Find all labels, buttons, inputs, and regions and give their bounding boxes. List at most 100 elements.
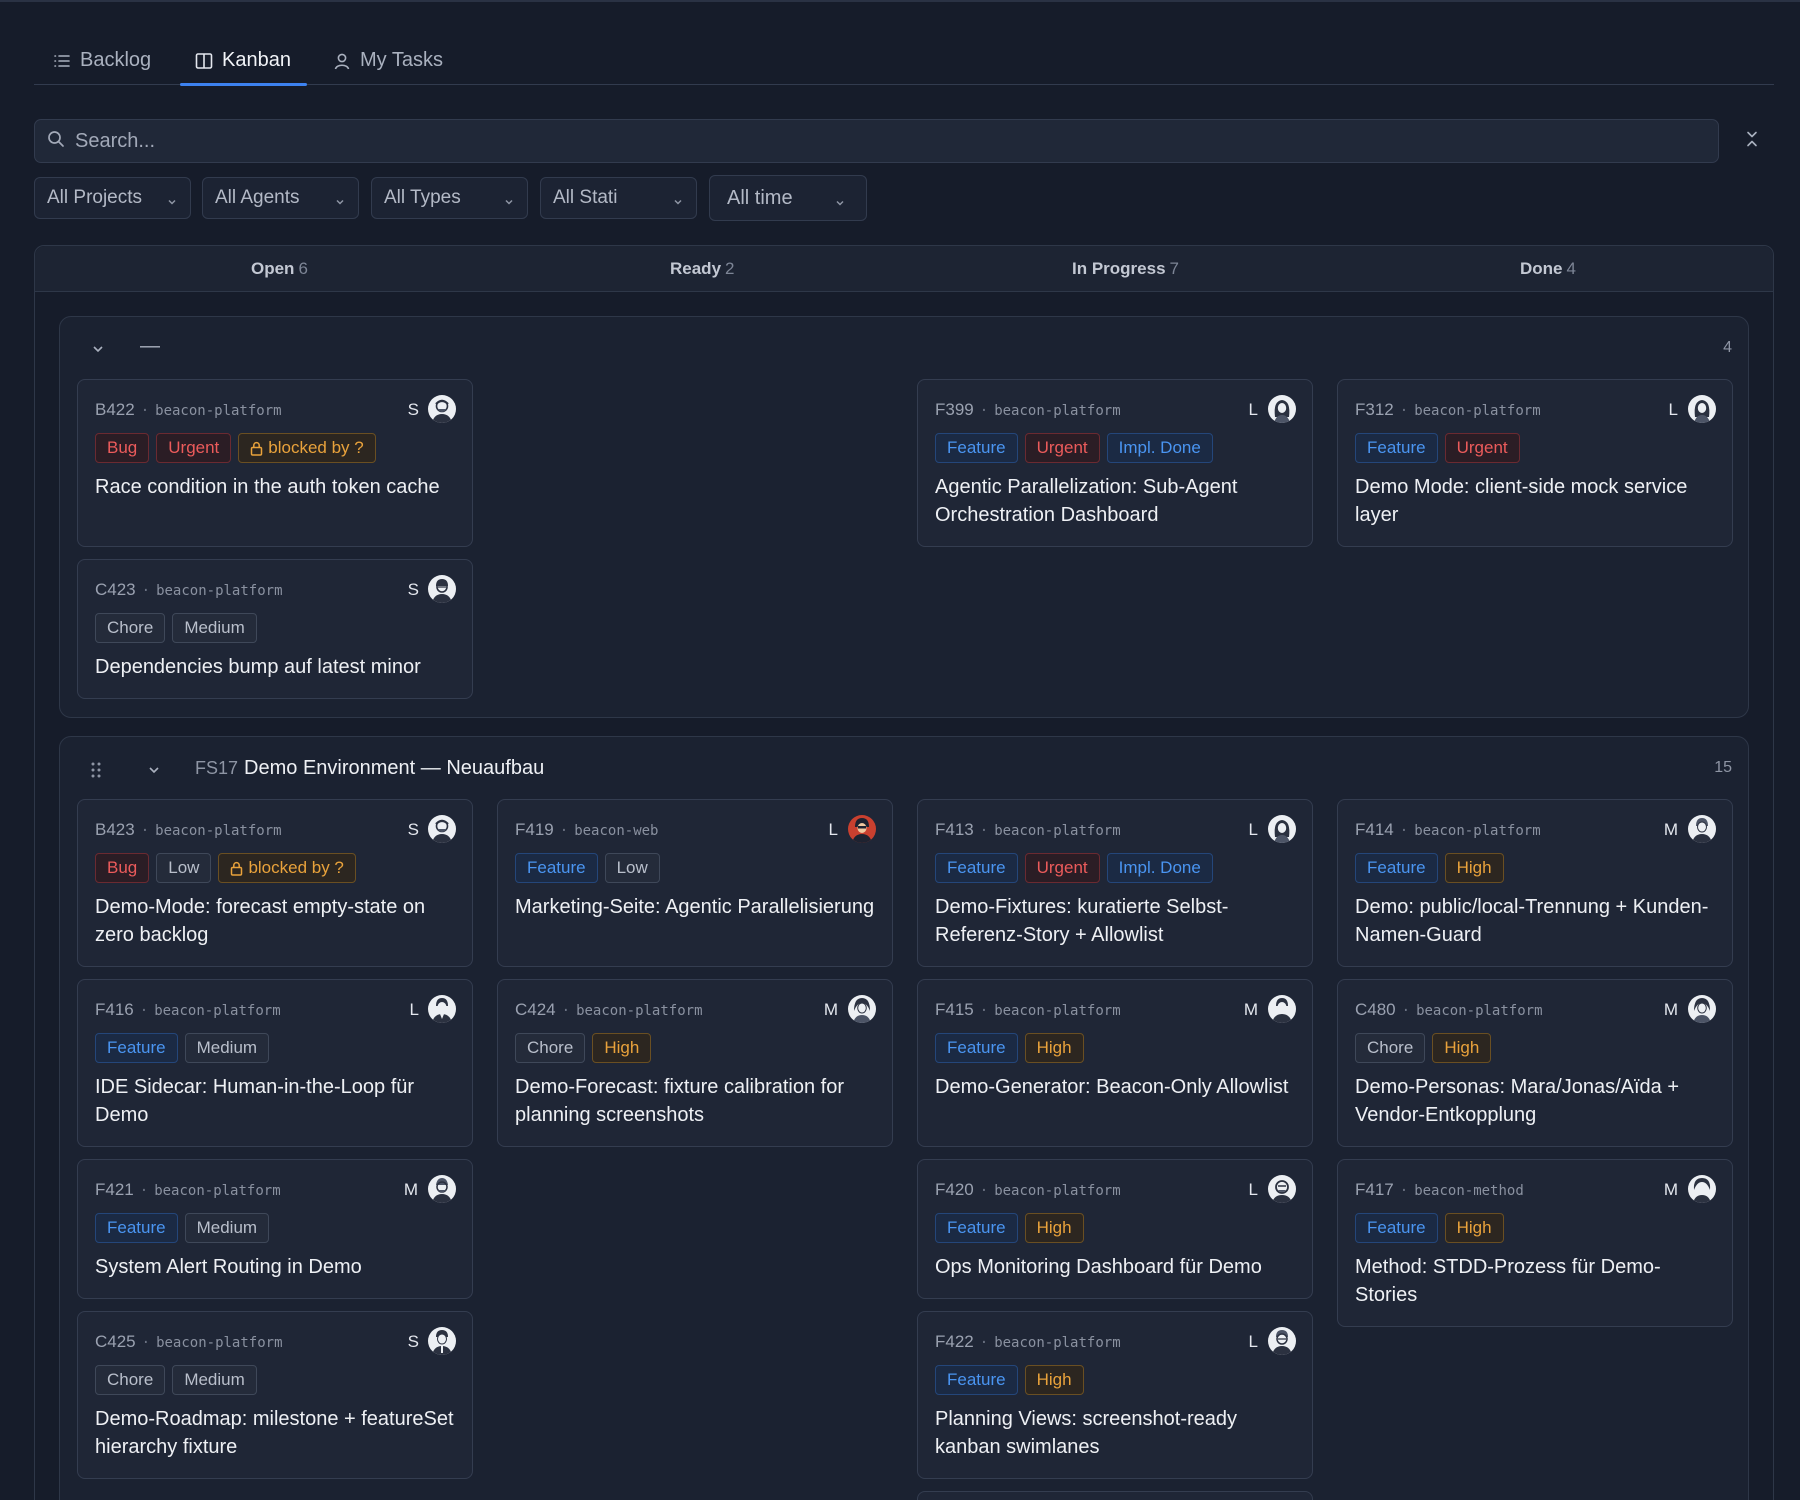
size-label: L [828, 820, 838, 839]
card-title: Demo-Generator: Beacon-Only Allowlist [935, 1076, 1289, 1098]
lane-collapse-toggle[interactable] [90, 341, 106, 362]
card-meta: C424 · beacon-platform [515, 1000, 703, 1019]
collapse-all-button[interactable] [1740, 129, 1764, 153]
lane-collapse-toggle[interactable] [146, 762, 162, 783]
type-tag: Feature [935, 1213, 1018, 1243]
priority-tag: Urgent [1444, 433, 1520, 463]
task-card-f399[interactable]: F399 · beacon-platform L Feature Urgent Im… [917, 379, 1313, 547]
swimlane-fs17: FS17 Demo Environment — Neuaufbau 15 B423… [59, 736, 1749, 1500]
type-filter[interactable]: All Types [371, 177, 528, 219]
type-tag: Feature [1355, 853, 1438, 883]
priority-tag: Low [156, 853, 212, 883]
filter-label: All Agents [215, 187, 300, 208]
agent-filter[interactable]: All Agents [202, 177, 359, 219]
card-tags: Bug Low blocked by ? [95, 853, 356, 883]
agent-avatar [428, 395, 456, 423]
task-card-f413[interactable]: F413 · beacon-platform L Feature Urgent Im… [917, 799, 1313, 967]
task-card-f312[interactable]: F312 · beacon-platform L Feature Urgent De… [1337, 379, 1733, 547]
filter-label: All time [727, 186, 793, 209]
type-tag: Bug [95, 433, 150, 463]
lane-count: 4 [1723, 339, 1732, 356]
card-tags: Feature Urgent [1355, 433, 1520, 463]
size-label: M [1663, 1180, 1678, 1199]
type-tag: Feature [95, 1213, 178, 1243]
agent-avatar [848, 995, 876, 1023]
kanban-board: Open 6 Ready 2 In Progress 7 Done 4 — 4 B422… [34, 245, 1774, 1500]
task-card-f421[interactable]: F421 · beacon-platform M Feature Medium Sy… [77, 1159, 473, 1299]
card-tags: Feature High [935, 1033, 1084, 1063]
task-card-c480[interactable]: C480 · beacon-platform M Chore High Demo-P… [1337, 979, 1733, 1147]
card-meta: F416 · beacon-platform [95, 1000, 281, 1019]
task-card-c423[interactable]: C423 · beacon-platform S Chore Medium Depe… [77, 559, 473, 699]
status-filter[interactable]: All Stati [540, 177, 697, 219]
feature-set-id: FS17 [195, 758, 239, 778]
status-tag: Impl. Done [1106, 853, 1213, 883]
type-tag: Feature [1355, 1213, 1438, 1243]
card-title: Demo-Personas: Mara/Jonas/Aïda + Vendor-… [1355, 1076, 1680, 1126]
priority-tag: High [1444, 853, 1504, 883]
card-title: Demo-Roadmap: milestone + featureSet hie… [95, 1408, 454, 1458]
card-title: Dependencies bump auf latest minor [95, 656, 421, 678]
lane-drag-handle[interactable] [90, 761, 102, 784]
filter-label: All Types [384, 187, 461, 208]
card-title: Agentic Parallelization: Sub-Agent Orche… [935, 476, 1238, 526]
card-meta: C425 · beacon-platform [95, 1332, 283, 1351]
priority-tag: High [592, 1033, 652, 1063]
card-meta: F312 · beacon-platform [1355, 400, 1541, 419]
priority-tag: Medium [172, 613, 257, 643]
task-card-f420[interactable]: F420 · beacon-platform L Feature High Ops … [917, 1159, 1313, 1299]
agent-avatar [1268, 395, 1296, 423]
tab-kanban[interactable]: Kanban [180, 36, 307, 86]
task-card-b423[interactable]: B423 · beacon-platform S Bug Low blocked b… [77, 799, 473, 967]
size-label: S [407, 820, 419, 839]
type-tag: Chore [515, 1033, 586, 1063]
task-card-f422[interactable]: F422 · beacon-platform L Feature High Plan… [917, 1311, 1313, 1479]
task-card-b422[interactable]: B422 · beacon-platform S Bug Urgent blocke… [77, 379, 473, 547]
card-title: Demo-Fixtures: kuratierte Selbst-Referen… [935, 896, 1229, 946]
task-card-f419[interactable]: F419 · beacon-web L Feature Low Marketing-… [497, 799, 893, 967]
drag-handle-icon [90, 762, 102, 783]
time-filter[interactable]: All time [709, 175, 867, 221]
view-tabs: Backlog Kanban My Tasks [34, 36, 1774, 86]
type-tag: Feature [935, 433, 1018, 463]
type-tag: Feature [935, 1365, 1018, 1395]
task-card-partial[interactable] [917, 1491, 1313, 1500]
agent-avatar [428, 1327, 456, 1355]
type-tag: Feature [935, 1033, 1018, 1063]
card-title: Demo: public/local-Trennung + Kunden-Nam… [1355, 896, 1709, 946]
agent-avatar [428, 1175, 456, 1203]
task-card-c424[interactable]: C424 · beacon-platform M Chore High Demo-F… [497, 979, 893, 1147]
card-title: Method: STDD-Prozess für Demo-Stories [1355, 1256, 1661, 1306]
size-label: M [823, 1000, 838, 1019]
task-card-f415[interactable]: F415 · beacon-platform M Feature High Demo… [917, 979, 1313, 1147]
chevron-down-icon [334, 192, 346, 214]
task-card-c425[interactable]: C425 · beacon-platform S Chore Medium Demo… [77, 1311, 473, 1479]
card-meta: F415 · beacon-platform [935, 1000, 1121, 1019]
priority-tag: Low [604, 853, 660, 883]
type-tag: Chore [1355, 1033, 1426, 1063]
card-tags: Chore High [1355, 1033, 1492, 1063]
card-title: Demo-Mode: forecast empty-state on zero … [95, 896, 426, 946]
search-input[interactable] [75, 129, 1675, 153]
project-filter[interactable]: All Projects [34, 177, 191, 219]
size-label: L [1248, 1180, 1258, 1199]
chevron-down-icon [672, 192, 684, 214]
card-tags: Feature High [1355, 1213, 1504, 1243]
lane-title: FS17 Demo Environment — Neuaufbau [195, 757, 545, 779]
type-tag: Bug [95, 853, 150, 883]
tab-my-tasks[interactable]: My Tasks [332, 36, 443, 85]
task-card-f417[interactable]: F417 · beacon-method M Feature High Method… [1337, 1159, 1733, 1327]
size-label: M [1243, 1000, 1258, 1019]
search-box [34, 119, 1719, 163]
tab-label: Backlog [80, 49, 152, 71]
card-meta: F420 · beacon-platform [935, 1180, 1121, 1199]
card-meta: C423 · beacon-platform [95, 580, 283, 599]
task-card-f414[interactable]: F414 · beacon-platform M Feature High Demo… [1337, 799, 1733, 967]
card-tags: Feature Urgent Impl. Done [935, 433, 1213, 463]
task-card-f416[interactable]: F416 · beacon-platform L Feature Medium ID… [77, 979, 473, 1147]
agent-avatar [1688, 395, 1716, 423]
size-label: M [403, 1180, 418, 1199]
tab-backlog[interactable]: Backlog [52, 36, 151, 85]
card-tags: Bug Urgent blocked by ? [95, 433, 376, 463]
type-tag: Feature [1355, 433, 1438, 463]
